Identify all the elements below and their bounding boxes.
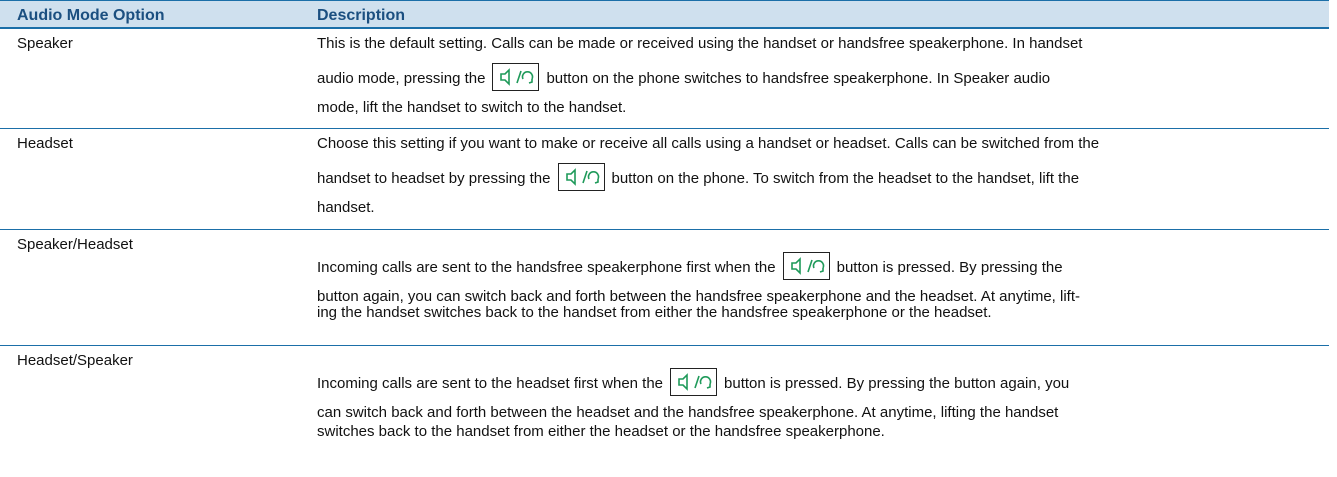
option-label: Headset — [17, 135, 73, 152]
description-text: button is pressed. By pressing the butto… — [724, 374, 1070, 392]
table-row-headset-speaker: Headset/Speaker Incoming calls are sent … — [0, 346, 1329, 465]
description-line: audio mode, pressing the button on the ph… — [317, 63, 1051, 93]
speaker-headset-key-icon — [492, 63, 540, 91]
table-row-headset: Headset Choose this setting if you want … — [0, 129, 1329, 230]
description-text: Incoming calls are sent to the handsfree… — [317, 258, 776, 276]
description-text: handset to headset by pressing the — [317, 169, 551, 187]
table-row-speaker: Speaker This is the default setting. Cal… — [0, 29, 1329, 129]
description-line: mode, lift the handset to switch to the … — [317, 99, 627, 116]
description-line: switches back to the handset from either… — [317, 423, 885, 440]
description-text: button is pressed. By pressing the — [836, 258, 1063, 276]
description-line: handset. — [317, 199, 375, 216]
table-header: Audio Mode Option Description — [0, 0, 1329, 29]
description-line: handset to headset by pressing the button… — [317, 163, 1080, 193]
header-option: Audio Mode Option — [17, 7, 165, 24]
speaker-headset-key-icon — [670, 368, 718, 396]
description-line: This is the default setting. Calls can b… — [317, 35, 1083, 52]
table-row-speaker-headset: Speaker/Headset Incoming calls are sent … — [0, 230, 1329, 346]
description-line: can switch back and forth between the he… — [317, 404, 1059, 421]
option-label: Speaker — [17, 35, 73, 52]
description-text: audio mode, pressing the — [317, 69, 486, 87]
header-description: Description — [317, 7, 406, 24]
description-text: button on the phone. To switch from the … — [611, 169, 1080, 187]
description-text: Incoming calls are sent to the headset f… — [317, 374, 664, 392]
option-label: Speaker/Headset — [17, 236, 133, 253]
description-line: Choose this setting if you want to make … — [317, 135, 1100, 152]
description-line: ing the handset switches back to the han… — [317, 304, 992, 321]
description-line: Incoming calls are sent to the handsfree… — [317, 252, 1063, 282]
description-line: Incoming calls are sent to the headset f… — [317, 368, 1070, 398]
speaker-headset-key-icon — [557, 163, 605, 191]
speaker-headset-key-icon — [782, 252, 830, 280]
option-label: Headset/Speaker — [17, 352, 133, 369]
description-line: button again, you can switch back and fo… — [317, 288, 1081, 305]
description-text: button on the phone switches to handsfre… — [546, 69, 1051, 87]
